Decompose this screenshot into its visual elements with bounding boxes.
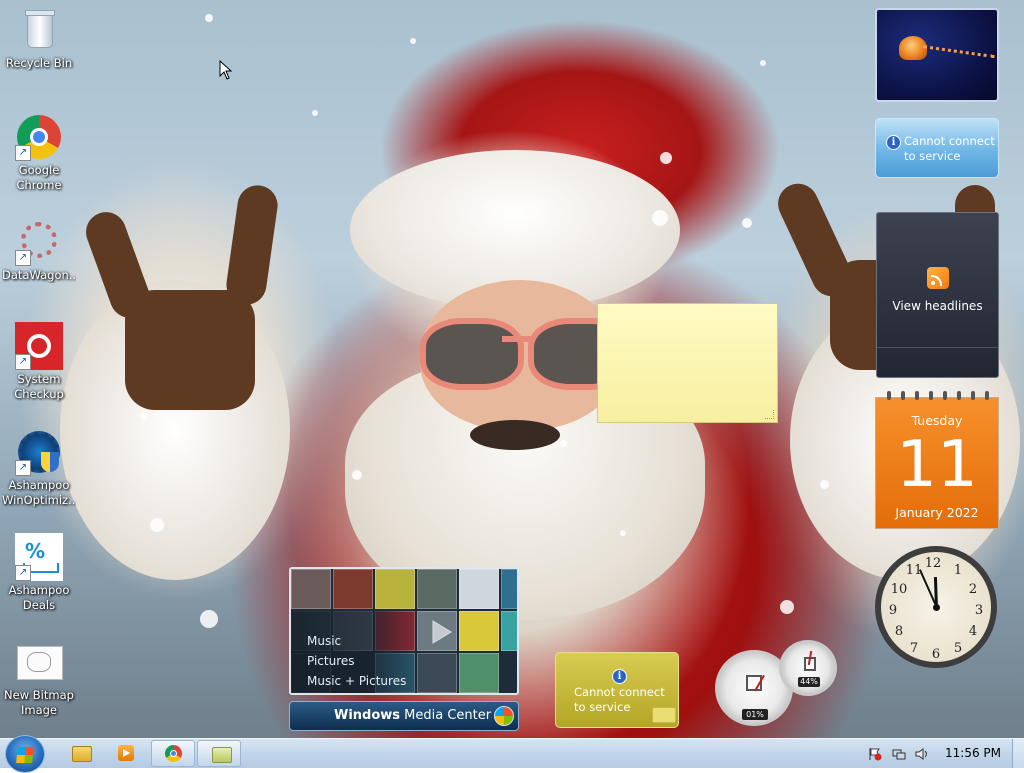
- volume-icon[interactable]: [915, 746, 929, 760]
- info-icon: i: [886, 135, 901, 150]
- clock-number: 1: [953, 563, 963, 578]
- clock-number: 5: [953, 641, 963, 656]
- datawagon-icon: ↗: [15, 218, 63, 266]
- desktop-icon-recycle-bin[interactable]: Recycle Bin: [2, 6, 76, 71]
- slideshow-gadget[interactable]: [875, 8, 999, 102]
- taskbar-chrome[interactable]: [151, 740, 195, 767]
- media-center-menu-music[interactable]: Music: [307, 631, 406, 651]
- media-center-menu-music-pictures[interactable]: Music + Pictures: [307, 671, 406, 691]
- weather-gadget[interactable]: i Cannot connect to service: [875, 118, 999, 178]
- desktop-icon-datawagon[interactable]: ↗ DataWagon...: [2, 218, 76, 283]
- file-explorer-icon: [72, 746, 92, 762]
- cpu-meter-gadget[interactable]: 01% 44%: [715, 640, 839, 726]
- clock-number: 8: [894, 624, 904, 639]
- chrome-icon: [165, 745, 182, 762]
- taskbar: 11:56 PM: [0, 735, 1024, 773]
- mouse-cursor-icon: [219, 60, 233, 80]
- clock-number: 7: [909, 641, 919, 656]
- play-icon[interactable]: [425, 617, 457, 647]
- memory-gauge: 44%: [779, 640, 837, 696]
- clock-number: 9: [888, 603, 898, 618]
- calendar-day: 11: [896, 428, 978, 502]
- windows-logo-icon: [16, 747, 34, 763]
- calendar-gadget[interactable]: Tuesday 11 January 2022: [875, 391, 999, 529]
- clock-number: 2: [968, 582, 978, 597]
- system-checkup-icon: ↗: [15, 322, 63, 370]
- info-icon: i: [612, 669, 627, 684]
- shopping-cart-icon: % ↗: [15, 533, 63, 581]
- calendar-month-year: January 2022: [895, 505, 979, 520]
- feed-headlines-gadget[interactable]: View headlines: [876, 212, 999, 378]
- weather-status-text: Cannot connect to service: [904, 134, 995, 163]
- clock-number: 12: [924, 556, 942, 571]
- bitmap-file-icon: [15, 638, 63, 686]
- media-center-gadget[interactable]: Music Pictures Music + Pictures: [289, 567, 519, 695]
- action-center-flag-icon[interactable]: [868, 746, 882, 761]
- desktop-icon-system-checkup[interactable]: ↗ System Checkup: [2, 322, 76, 402]
- clock-number: 4: [968, 624, 978, 639]
- cpu-usage-value: 01%: [742, 709, 768, 720]
- winoptimizer-icon: ↗: [15, 428, 63, 476]
- clock-number: 6: [931, 647, 941, 662]
- desktop-icon-google-chrome[interactable]: ↗ Google Chrome: [2, 113, 76, 193]
- show-desktop-button[interactable]: [1012, 739, 1024, 768]
- desktop-icon-ashampoo-deals[interactable]: % ↗ Ashampoo Deals: [2, 533, 76, 613]
- clock-number: 3: [974, 603, 984, 618]
- taskbar-clock[interactable]: 11:56 PM: [938, 739, 1008, 768]
- calendar-weekday: Tuesday: [911, 413, 963, 428]
- folder-icon: [212, 747, 232, 763]
- wmc-title-bold: Windows: [334, 708, 401, 723]
- wmc-title-rest: Media Center: [400, 708, 492, 723]
- memory-usage-value: 44%: [798, 677, 820, 687]
- network-icon[interactable]: [892, 746, 906, 760]
- desktop-icon-new-bitmap-image[interactable]: New Bitmap Image: [2, 638, 76, 718]
- currency-gadget[interactable]: i Cannot connect to service: [555, 652, 679, 728]
- taskbar-media-player[interactable]: [104, 740, 148, 767]
- clock-number: 10: [890, 582, 908, 597]
- start-button[interactable]: [5, 735, 45, 773]
- sticky-note[interactable]: [597, 303, 778, 423]
- taskbar-file-explorer[interactable]: [58, 740, 102, 767]
- media-center-menu-pictures[interactable]: Pictures: [307, 651, 406, 671]
- taskbar-folder[interactable]: [197, 740, 241, 767]
- windows-logo-icon: [494, 706, 514, 726]
- rss-icon: [927, 267, 949, 289]
- resize-grip-icon[interactable]: [765, 410, 774, 419]
- coin-stack-icon: [652, 707, 676, 723]
- windows-media-center-bar[interactable]: Windows Media Center: [289, 701, 519, 731]
- media-player-icon: [118, 745, 134, 761]
- recycle-bin-icon: [15, 6, 63, 54]
- view-headlines-link[interactable]: View headlines: [877, 299, 998, 313]
- chrome-icon: ↗: [15, 113, 63, 161]
- desktop[interactable]: Recycle Bin ↗ Google Chrome ↗ DataWagon.…: [0, 0, 1024, 738]
- clock-gadget[interactable]: 12 1 2 3 4 5 6 7 8 9 10 11: [875, 546, 997, 668]
- desktop-icon-ashampoo-winoptimizer[interactable]: ↗ Ashampoo WinOptimiz...: [2, 428, 76, 508]
